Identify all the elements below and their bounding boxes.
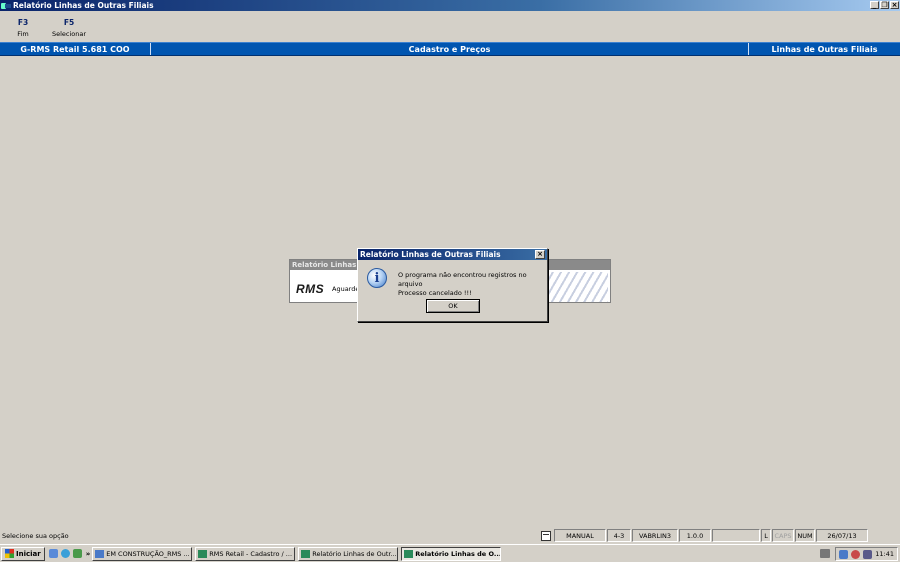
printer-icon[interactable] bbox=[820, 549, 830, 558]
network-icon[interactable] bbox=[839, 549, 849, 559]
security-icon[interactable] bbox=[851, 549, 861, 559]
more-chevron-icon[interactable]: » bbox=[86, 550, 91, 558]
taskbar: Iniciar » EM CONSTRUÇÃO_RMS ... RMS Reta… bbox=[0, 544, 900, 562]
taskbar-item-label: Relatório Linhas de Outr... bbox=[312, 549, 397, 558]
document-icon bbox=[539, 529, 553, 542]
wait-text: Aguarde bbox=[332, 285, 360, 293]
restore-button[interactable]: ❐ bbox=[880, 1, 889, 9]
dialog-titlebar[interactable]: Relatório Linhas de Outras Filiais × bbox=[358, 249, 547, 260]
volume-icon[interactable] bbox=[863, 549, 873, 559]
progress-stripes bbox=[538, 272, 608, 302]
ok-button[interactable]: OK bbox=[426, 299, 480, 313]
app-icon bbox=[1, 2, 11, 10]
rms-logo: RMS bbox=[296, 282, 325, 296]
status-program: VABRLIN3 bbox=[632, 529, 678, 542]
fkey-fim[interactable]: F3 Fim bbox=[0, 12, 46, 40]
dialog-message-line1: O programa não encontrou registros no ar… bbox=[398, 271, 527, 288]
rms-app-icon bbox=[404, 549, 414, 558]
document-icon bbox=[95, 549, 105, 558]
function-key-bar: F3 Fim F5 Selecionar bbox=[0, 12, 92, 40]
taskbar-item-rms-retail[interactable]: RMS Retail - Cadastro / ... bbox=[195, 546, 296, 561]
status-date: 26/07/13 bbox=[816, 529, 868, 542]
dialog-message: O programa não encontrou registros no ar… bbox=[398, 271, 547, 298]
browser-icon[interactable] bbox=[60, 549, 70, 558]
fkey-fim-key: F3 bbox=[17, 18, 29, 27]
status-l: L bbox=[761, 529, 771, 542]
fkey-fim-label: Fim bbox=[17, 30, 29, 38]
window-controls: _ ❐ × bbox=[870, 1, 899, 9]
close-window-button[interactable]: × bbox=[890, 1, 899, 9]
desktop-icon[interactable] bbox=[48, 549, 58, 558]
message-dialog: Relatório Linhas de Outras Filiais × i O… bbox=[357, 248, 548, 322]
fkey-selecionar[interactable]: F5 Selecionar bbox=[46, 12, 92, 40]
taskbar-item-label: EM CONSTRUÇÃO_RMS ... bbox=[106, 549, 190, 558]
fkey-selecionar-label: Selecionar bbox=[51, 30, 87, 38]
taskbar-item-label: Relatório Linhas de O... bbox=[415, 549, 502, 558]
module-header: G-RMS Retail 5.681 COO Cadastro e Preços… bbox=[0, 42, 900, 56]
header-screen: Linhas de Outras Filiais bbox=[771, 44, 878, 54]
status-blank bbox=[712, 529, 760, 542]
clock: 11:41 bbox=[875, 550, 894, 558]
minimize-button[interactable]: _ bbox=[870, 1, 879, 9]
explorer-icon[interactable] bbox=[72, 549, 82, 558]
info-icon: i bbox=[367, 268, 387, 288]
window-title: Relatório Linhas de Outras Filiais bbox=[13, 1, 154, 10]
header-system: G-RMS Retail 5.681 COO bbox=[0, 43, 151, 55]
status-version: 1.0.0 bbox=[679, 529, 711, 542]
system-tray: 11:41 bbox=[835, 547, 898, 561]
dialog-close-button[interactable]: × bbox=[535, 250, 545, 259]
header-module: Cadastro e Preços bbox=[151, 43, 749, 55]
status-bar: Selecione sua opção MANUAL 4-3 VABRLIN3 … bbox=[0, 528, 900, 543]
taskbar-item-label: RMS Retail - Cadastro / ... bbox=[209, 549, 293, 558]
taskbar-item-relatorio-active[interactable]: Relatório Linhas de O... bbox=[401, 546, 502, 561]
status-num: NUM bbox=[795, 529, 815, 542]
status-mode: MANUAL bbox=[554, 529, 606, 542]
rms-app-icon bbox=[301, 549, 311, 558]
dialog-message-line2: Processo cancelado !!! bbox=[398, 289, 472, 297]
window-titlebar[interactable]: Relatório Linhas de Outras Filiais _ ❐ × bbox=[0, 0, 900, 11]
fkey-selecionar-key: F5 bbox=[63, 18, 75, 27]
start-label: Iniciar bbox=[16, 549, 41, 558]
status-position: 4-3 bbox=[607, 529, 631, 542]
rms-app-icon bbox=[198, 549, 208, 558]
windows-logo-icon bbox=[5, 549, 14, 558]
quick-launch bbox=[48, 549, 82, 558]
taskbar-item-em-construcao[interactable]: EM CONSTRUÇÃO_RMS ... bbox=[92, 546, 193, 561]
status-caps: CAPS bbox=[772, 529, 794, 542]
dialog-title: Relatório Linhas de Outras Filiais bbox=[360, 250, 501, 259]
start-button[interactable]: Iniciar bbox=[1, 546, 45, 561]
taskbar-item-relatorio-1[interactable]: Relatório Linhas de Outr... bbox=[298, 546, 399, 561]
status-message: Selecione sua opção bbox=[2, 531, 69, 540]
